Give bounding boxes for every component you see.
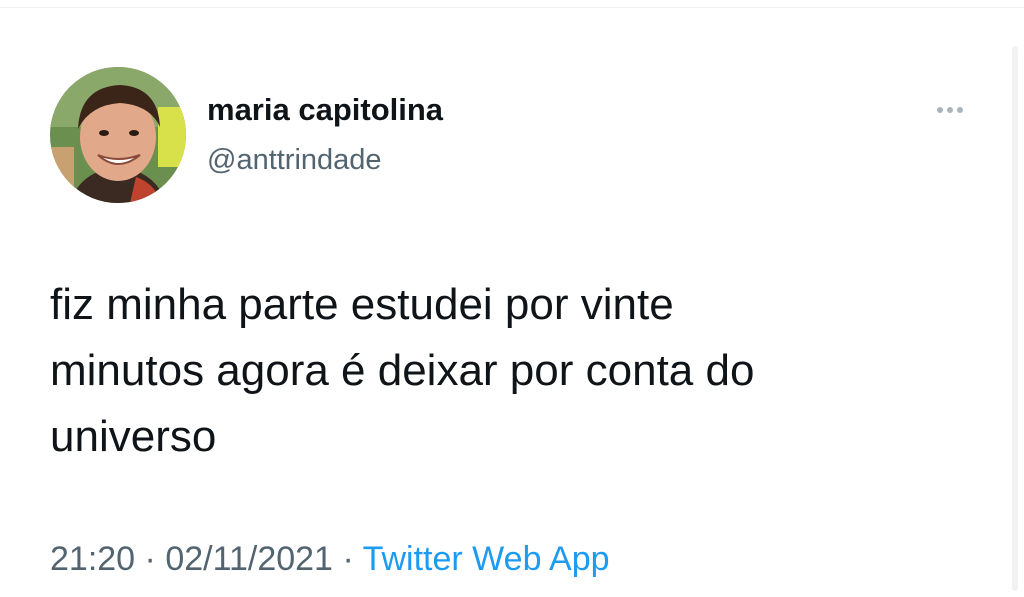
tweet-metadata: 21:20 · 02/11/2021 · Twitter Web App [50,540,610,579]
tweet-text-line: universo [50,412,217,461]
tweet-text: fiz minha parte estudei por vinte minuto… [50,272,950,470]
more-horizontal-icon [937,107,943,113]
tweet-date[interactable]: 02/11/2021 [165,540,333,578]
meta-separator: · [342,540,354,578]
tweet-source-link[interactable]: Twitter Web App [363,540,610,578]
scrollbar[interactable] [1012,46,1018,591]
meta-separator: · [144,540,156,578]
tweet-text-line: minutos agora é deixar por conta do [50,346,755,395]
more-horizontal-icon-dot [947,107,953,113]
user-handle[interactable]: @anttrindade [207,144,382,177]
more-horizontal-icon-dot [957,107,963,113]
tweet-text-line: fiz minha parte estudei por vinte [50,280,674,329]
more-options-button[interactable] [928,96,972,124]
tweet-time[interactable]: 21:20 [50,540,135,578]
top-divider [0,0,1024,8]
display-name[interactable]: maria capitolina [207,92,443,128]
avatar[interactable] [50,67,186,203]
